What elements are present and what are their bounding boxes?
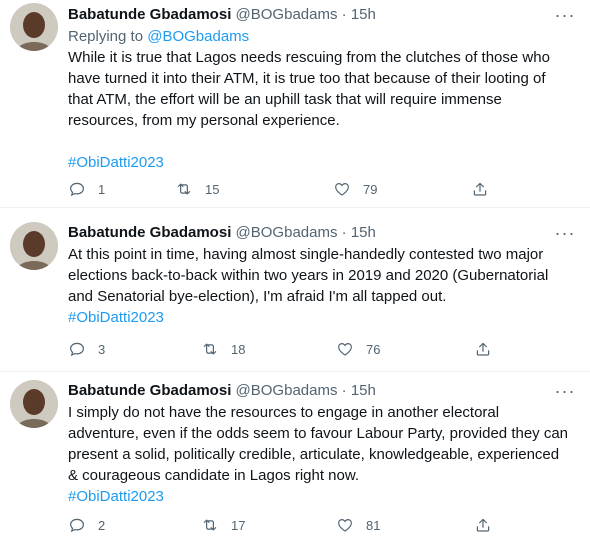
retweet-icon <box>203 343 217 355</box>
like-count: 79 <box>363 181 378 197</box>
reply-icon <box>70 182 84 197</box>
like-count: 76 <box>366 341 381 357</box>
like-button[interactable]: 79 <box>333 179 377 199</box>
tweet-body: I simply do not have the resources to en… <box>68 404 569 484</box>
share-icon <box>476 518 490 532</box>
tweet-actions: 1 15 79 <box>68 179 508 199</box>
tweet-body: At this point in time, having almost sin… <box>68 246 549 305</box>
tweet-header: Babatunde Gbadamosi @BOGbadams · 15h <box>68 224 376 242</box>
reply-count: 2 <box>98 517 106 533</box>
like-icon <box>338 519 352 532</box>
avatar[interactable] <box>10 380 58 428</box>
tweet-text: I simply do not have the resources to en… <box>68 402 573 507</box>
avatar[interactable] <box>10 3 58 51</box>
more-icon[interactable]: ··· <box>550 382 580 404</box>
retweet-button[interactable]: 18 <box>201 339 245 359</box>
share-button[interactable] <box>474 515 504 535</box>
hashtag-link[interactable]: #ObiDatti2023 <box>68 307 573 328</box>
retweet-count: 15 <box>205 181 220 197</box>
hashtag-link[interactable]: #ObiDatti2023 <box>68 486 573 507</box>
reply-icon <box>70 342 84 357</box>
more-icon[interactable]: ··· <box>550 6 580 28</box>
avatar[interactable] <box>10 222 58 270</box>
user-handle[interactable]: @BOGbadams <box>236 224 338 241</box>
timestamp[interactable]: 15h <box>351 382 376 399</box>
timestamp[interactable]: 15h <box>351 224 376 241</box>
reply-icon <box>70 518 84 533</box>
like-count: 81 <box>366 517 381 533</box>
reply-button[interactable]: 3 <box>68 339 105 359</box>
tweet-text: While it is true that Lagos needs rescui… <box>68 47 573 173</box>
share-button[interactable] <box>474 339 504 359</box>
display-name[interactable]: Babatunde Gbadamosi <box>68 6 231 23</box>
like-icon <box>338 343 352 356</box>
retweet-icon <box>203 519 217 531</box>
tweet-body: While it is true that Lagos needs rescui… <box>68 49 550 129</box>
separator-dot: · <box>341 6 347 23</box>
tweet-text: At this point in time, having almost sin… <box>68 244 573 328</box>
share-icon <box>473 182 487 196</box>
user-handle[interactable]: @BOGbadams <box>236 6 338 23</box>
tweet[interactable]: Babatunde Gbadamosi @BOGbadams · 15h ···… <box>0 372 590 541</box>
reply-count: 3 <box>98 341 106 357</box>
tweet[interactable]: Babatunde Gbadamosi @BOGbadams · 15h ···… <box>0 208 590 371</box>
share-button[interactable] <box>471 179 501 199</box>
display-name[interactable]: Babatunde Gbadamosi <box>68 224 231 241</box>
reply-button[interactable]: 1 <box>68 179 105 199</box>
replying-to-handle[interactable]: @BOGbadams <box>147 28 249 45</box>
tweet-actions: 2 17 81 <box>68 515 508 535</box>
retweet-button[interactable]: 15 <box>175 179 219 199</box>
retweet-count: 18 <box>231 341 246 357</box>
reply-count: 1 <box>98 181 106 197</box>
separator-dot: · <box>341 224 347 241</box>
more-icon[interactable]: ··· <box>550 224 580 246</box>
like-button[interactable]: 81 <box>336 515 380 535</box>
tweet-header: Babatunde Gbadamosi @BOGbadams · 15h <box>68 6 376 24</box>
tweet-actions: 3 18 76 <box>68 339 508 359</box>
timestamp[interactable]: 15h <box>351 6 376 23</box>
tweet-header: Babatunde Gbadamosi @BOGbadams · 15h <box>68 382 376 400</box>
hashtag-link[interactable]: #ObiDatti2023 <box>68 152 573 173</box>
reply-button[interactable]: 2 <box>68 515 105 535</box>
retweet-button[interactable]: 17 <box>201 515 245 535</box>
tweet[interactable]: Babatunde Gbadamosi @BOGbadams · 15h ···… <box>0 0 590 207</box>
user-handle[interactable]: @BOGbadams <box>236 382 338 399</box>
replying-to-label: Replying to <box>68 28 144 45</box>
separator-dot: · <box>341 382 347 399</box>
retweet-count: 17 <box>231 517 246 533</box>
replying-to: Replying to @BOGbadams <box>68 28 249 46</box>
like-button[interactable]: 76 <box>336 339 380 359</box>
display-name[interactable]: Babatunde Gbadamosi <box>68 382 231 399</box>
like-icon <box>335 183 349 196</box>
share-icon <box>476 342 490 356</box>
retweet-icon <box>177 183 191 195</box>
